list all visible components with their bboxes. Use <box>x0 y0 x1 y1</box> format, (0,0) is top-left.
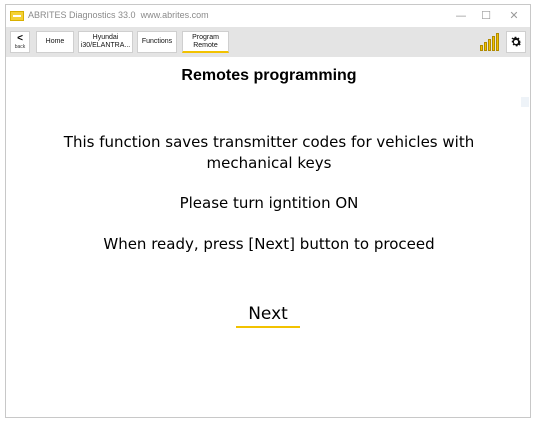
breadcrumb-program-remote[interactable]: Program Remote <box>182 31 229 53</box>
instruction-next: When ready, press [Next] button to proce… <box>103 235 435 253</box>
app-name: ABRITES Diagnostics 33.0 <box>28 10 136 20</box>
next-button[interactable]: Next <box>236 302 300 328</box>
signal-bar <box>492 36 495 51</box>
signal-bar <box>480 45 483 51</box>
signal-strength-icon <box>480 33 502 51</box>
back-arrow-icon: < <box>17 33 23 44</box>
title-bar: ABRITES Diagnostics 33.0 www.abrites.com… <box>6 5 530 27</box>
signal-bar <box>496 33 499 51</box>
toolbar: < back Home Hyundai i30/ELANTRA... Funct… <box>6 27 530 57</box>
signal-bar <box>484 42 487 51</box>
close-button[interactable]: ✕ <box>500 7 528 25</box>
maximize-button[interactable]: ☐ <box>472 7 500 25</box>
settings-button[interactable] <box>506 31 526 53</box>
signal-bar <box>488 39 491 51</box>
breadcrumb-functions[interactable]: Functions <box>137 31 177 53</box>
back-label: back <box>14 44 26 50</box>
breadcrumb-vehicle[interactable]: Hyundai i30/ELANTRA... <box>78 31 133 53</box>
info-text-line-1: This function saves transmitter codes fo… <box>63 133 475 151</box>
app-url: www.abrites.com <box>140 10 209 20</box>
back-button[interactable]: < back <box>10 31 30 53</box>
info-text-line-2: mechanical keys <box>206 154 332 172</box>
abrites-logo-icon <box>10 11 24 21</box>
app-window: ABRITES Diagnostics 33.0 www.abrites.com… <box>5 4 531 418</box>
instruction-ignition: Please turn igntition ON <box>179 194 359 212</box>
scrollbar-thumb[interactable] <box>521 97 529 107</box>
breadcrumb-home[interactable]: Home <box>36 31 74 53</box>
gear-icon <box>511 36 522 47</box>
minimize-button[interactable]: — <box>447 7 475 25</box>
page-title: Remotes programming <box>181 67 357 84</box>
window-title: ABRITES Diagnostics 33.0 www.abrites.com <box>28 10 209 20</box>
